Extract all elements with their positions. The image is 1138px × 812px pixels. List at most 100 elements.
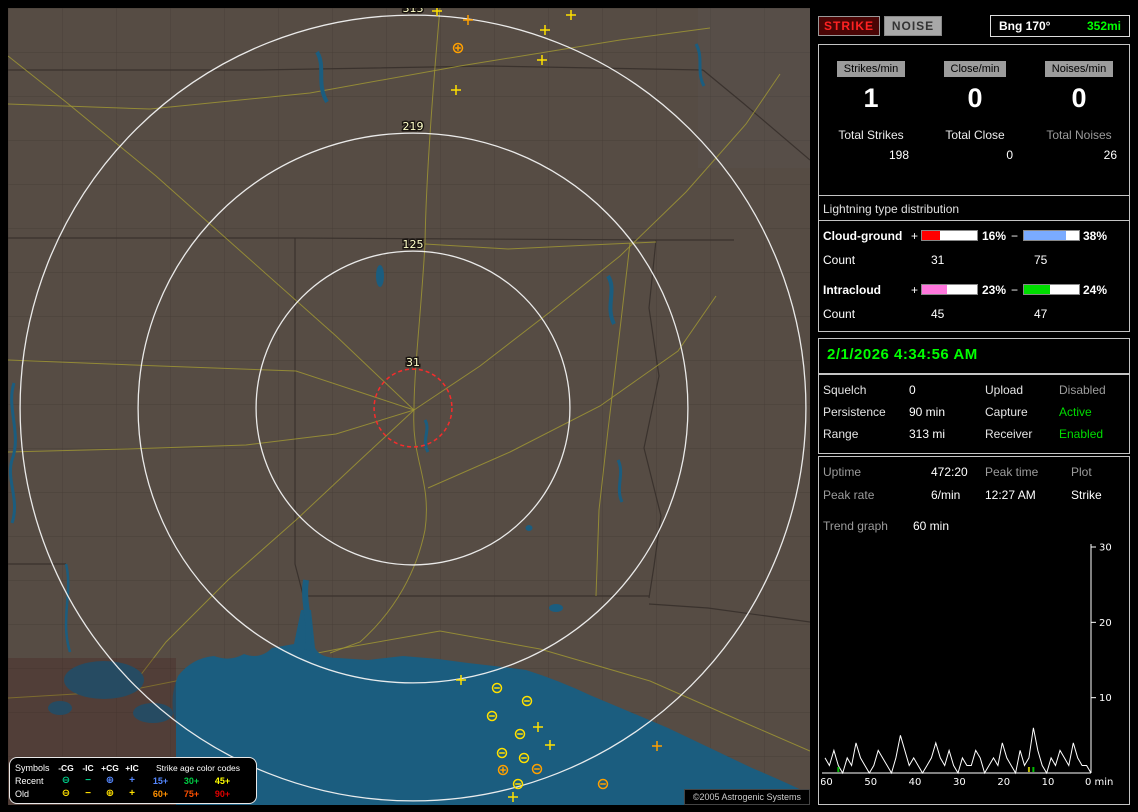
x-tick-label: 0 min (1085, 777, 1113, 788)
x-tick-label: 20 (997, 777, 1010, 788)
range-value: 313 mi (909, 427, 945, 441)
upload-status: Disabled (1059, 383, 1106, 397)
distribution-title: Lightning type distribution (819, 202, 1129, 221)
close-rate-column: Close/min 0 Total Close 0 (923, 61, 1027, 162)
minus-sign: − (1011, 229, 1018, 243)
cg-negative-pct: 38% (1083, 229, 1107, 243)
trend-graph: 3020106050403020100 min (821, 541, 1121, 791)
total-noises-value: 26 (1027, 148, 1131, 162)
cg-positive-count: 31 (931, 253, 944, 267)
noises-per-min-chip: Noises/min (1045, 61, 1113, 77)
plot-mode-value: Strike (1071, 488, 1102, 502)
age-code: 60+ (145, 789, 176, 799)
settings-row: Persistence 90 min Capture Active (819, 405, 1129, 421)
legend-symbols-title: Symbols (15, 763, 55, 773)
datetime-display: 2/1/2026 4:34:56 AM (819, 339, 1129, 370)
ic-positive-pct: 23% (982, 283, 1006, 297)
legend-row-label: Recent (15, 776, 55, 786)
strike-button[interactable]: STRIKE (818, 16, 880, 36)
legend-strike-symbol-icon: + (121, 788, 143, 799)
receiver-status: Enabled (1059, 427, 1103, 441)
total-strikes-value: 198 (819, 148, 923, 162)
x-tick-label: 50 (864, 777, 877, 788)
cg-positive-pct: 16% (982, 229, 1006, 243)
persistence-value: 90 min (909, 405, 945, 419)
cg-negative-bar (1023, 230, 1080, 241)
legend-strike-symbol-icon: + (121, 775, 143, 786)
y-tick-label: 30 (1099, 543, 1112, 554)
settings-section: Squelch 0 Upload Disabled Persistence 90… (818, 374, 1130, 454)
intracloud-row: Intracloud + 23% − 24% (819, 283, 1129, 297)
peak-rate-label: Peak rate (823, 488, 874, 502)
cloud-ground-row: Cloud-ground + 16% − 38% (819, 229, 1129, 243)
range-ring-label: 313 (403, 8, 424, 15)
bearing-distance: 352mi (1087, 19, 1121, 33)
total-close-label: Total Close (923, 128, 1027, 142)
close-per-min-value: 0 (923, 83, 1027, 114)
total-strikes-label: Total Strikes (819, 128, 923, 142)
count-label: Count (823, 307, 855, 321)
squelch-label: Squelch (823, 383, 866, 397)
cg-count-row: Count 31 75 (819, 253, 1129, 267)
strikes-per-min-value: 1 (819, 83, 923, 114)
uptime-label: Uptime (823, 465, 861, 479)
lake (376, 265, 384, 287)
uptime-value: 472:20 (931, 465, 968, 479)
map-legend: Symbols -CG -IC +CG +IC Strike age color… (9, 757, 257, 804)
total-noises-label: Total Noises (1027, 128, 1131, 142)
legend-strike-symbol-icon: − (77, 775, 99, 786)
age-code: 75+ (176, 789, 207, 799)
age-code: 15+ (145, 776, 176, 786)
ic-negative-bar (1023, 284, 1080, 295)
legend-col-ncg: -CG (55, 763, 77, 773)
settings-row: Range 313 mi Receiver Enabled (819, 427, 1129, 443)
x-tick-label: 60 (821, 777, 833, 788)
app-window: 31125219313 Symbols -CG -IC +CG +IC Stri… (0, 0, 1138, 812)
range-label: Range (823, 427, 858, 441)
squelch-value: 0 (909, 383, 916, 397)
copyright-notice: ©2005 Astrogenic Systems (684, 789, 810, 805)
legend-strike-symbol-icon: − (77, 788, 99, 799)
plot-label: Plot (1071, 465, 1092, 479)
bearing-label: Bng 170° (999, 19, 1050, 33)
plus-sign: + (911, 283, 918, 297)
cloud-ground-label: Cloud-ground (823, 229, 902, 243)
legend-strike-symbol-icon: ⊕ (99, 788, 121, 799)
datetime-section: 2/1/2026 4:34:56 AM (818, 338, 1130, 374)
peak-rate-value: 6/min (931, 488, 960, 502)
ic-negative-count: 47 (1034, 307, 1047, 321)
legend-row-old: Old⊖−⊕+60+75+90+ (15, 787, 251, 800)
capture-label: Capture (985, 405, 1028, 419)
age-code: 30+ (176, 776, 207, 786)
legend-col-nic: -IC (77, 763, 99, 773)
noise-button[interactable]: NOISE (884, 16, 942, 36)
trend-line (825, 728, 1091, 773)
age-code: 45+ (207, 776, 238, 786)
ic-positive-bar (921, 284, 978, 295)
age-code: 90+ (207, 789, 238, 799)
legend-col-pcg: +CG (99, 763, 121, 773)
legend-row-label: Old (15, 789, 55, 799)
y-tick-label: 20 (1099, 618, 1112, 629)
legend-header: Symbols -CG -IC +CG +IC Strike age color… (15, 761, 251, 774)
status-row: Peak rate 6/min 12:27 AM Strike (819, 488, 1129, 504)
minus-sign: − (1011, 283, 1018, 297)
ic-positive-count: 45 (931, 307, 944, 321)
x-tick-label: 40 (909, 777, 922, 788)
status-row: Uptime 472:20 Peak time Plot (819, 465, 1129, 481)
capture-status: Active (1059, 405, 1092, 419)
trend-graph-label: Trend graph (823, 519, 888, 533)
legend-strike-symbol-icon: ⊖ (55, 775, 77, 786)
range-ring-label: 219 (403, 120, 424, 133)
plus-sign: + (911, 229, 918, 243)
map-display[interactable]: 31125219313 Symbols -CG -IC +CG +IC Stri… (8, 8, 810, 805)
persistence-label: Persistence (823, 405, 886, 419)
stats-panel: STRIKE NOISE Bng 170° 352mi Strikes/min … (818, 8, 1130, 805)
cg-positive-bar (921, 230, 978, 241)
legend-strike-symbol-icon: ⊕ (99, 775, 121, 786)
range-ring-label: 31 (406, 356, 420, 369)
strikes-per-min-chip: Strikes/min (837, 61, 905, 77)
map-canvas: 31125219313 (8, 8, 810, 805)
bearing-readout: Bng 170° 352mi (990, 15, 1130, 37)
count-label: Count (823, 253, 855, 267)
